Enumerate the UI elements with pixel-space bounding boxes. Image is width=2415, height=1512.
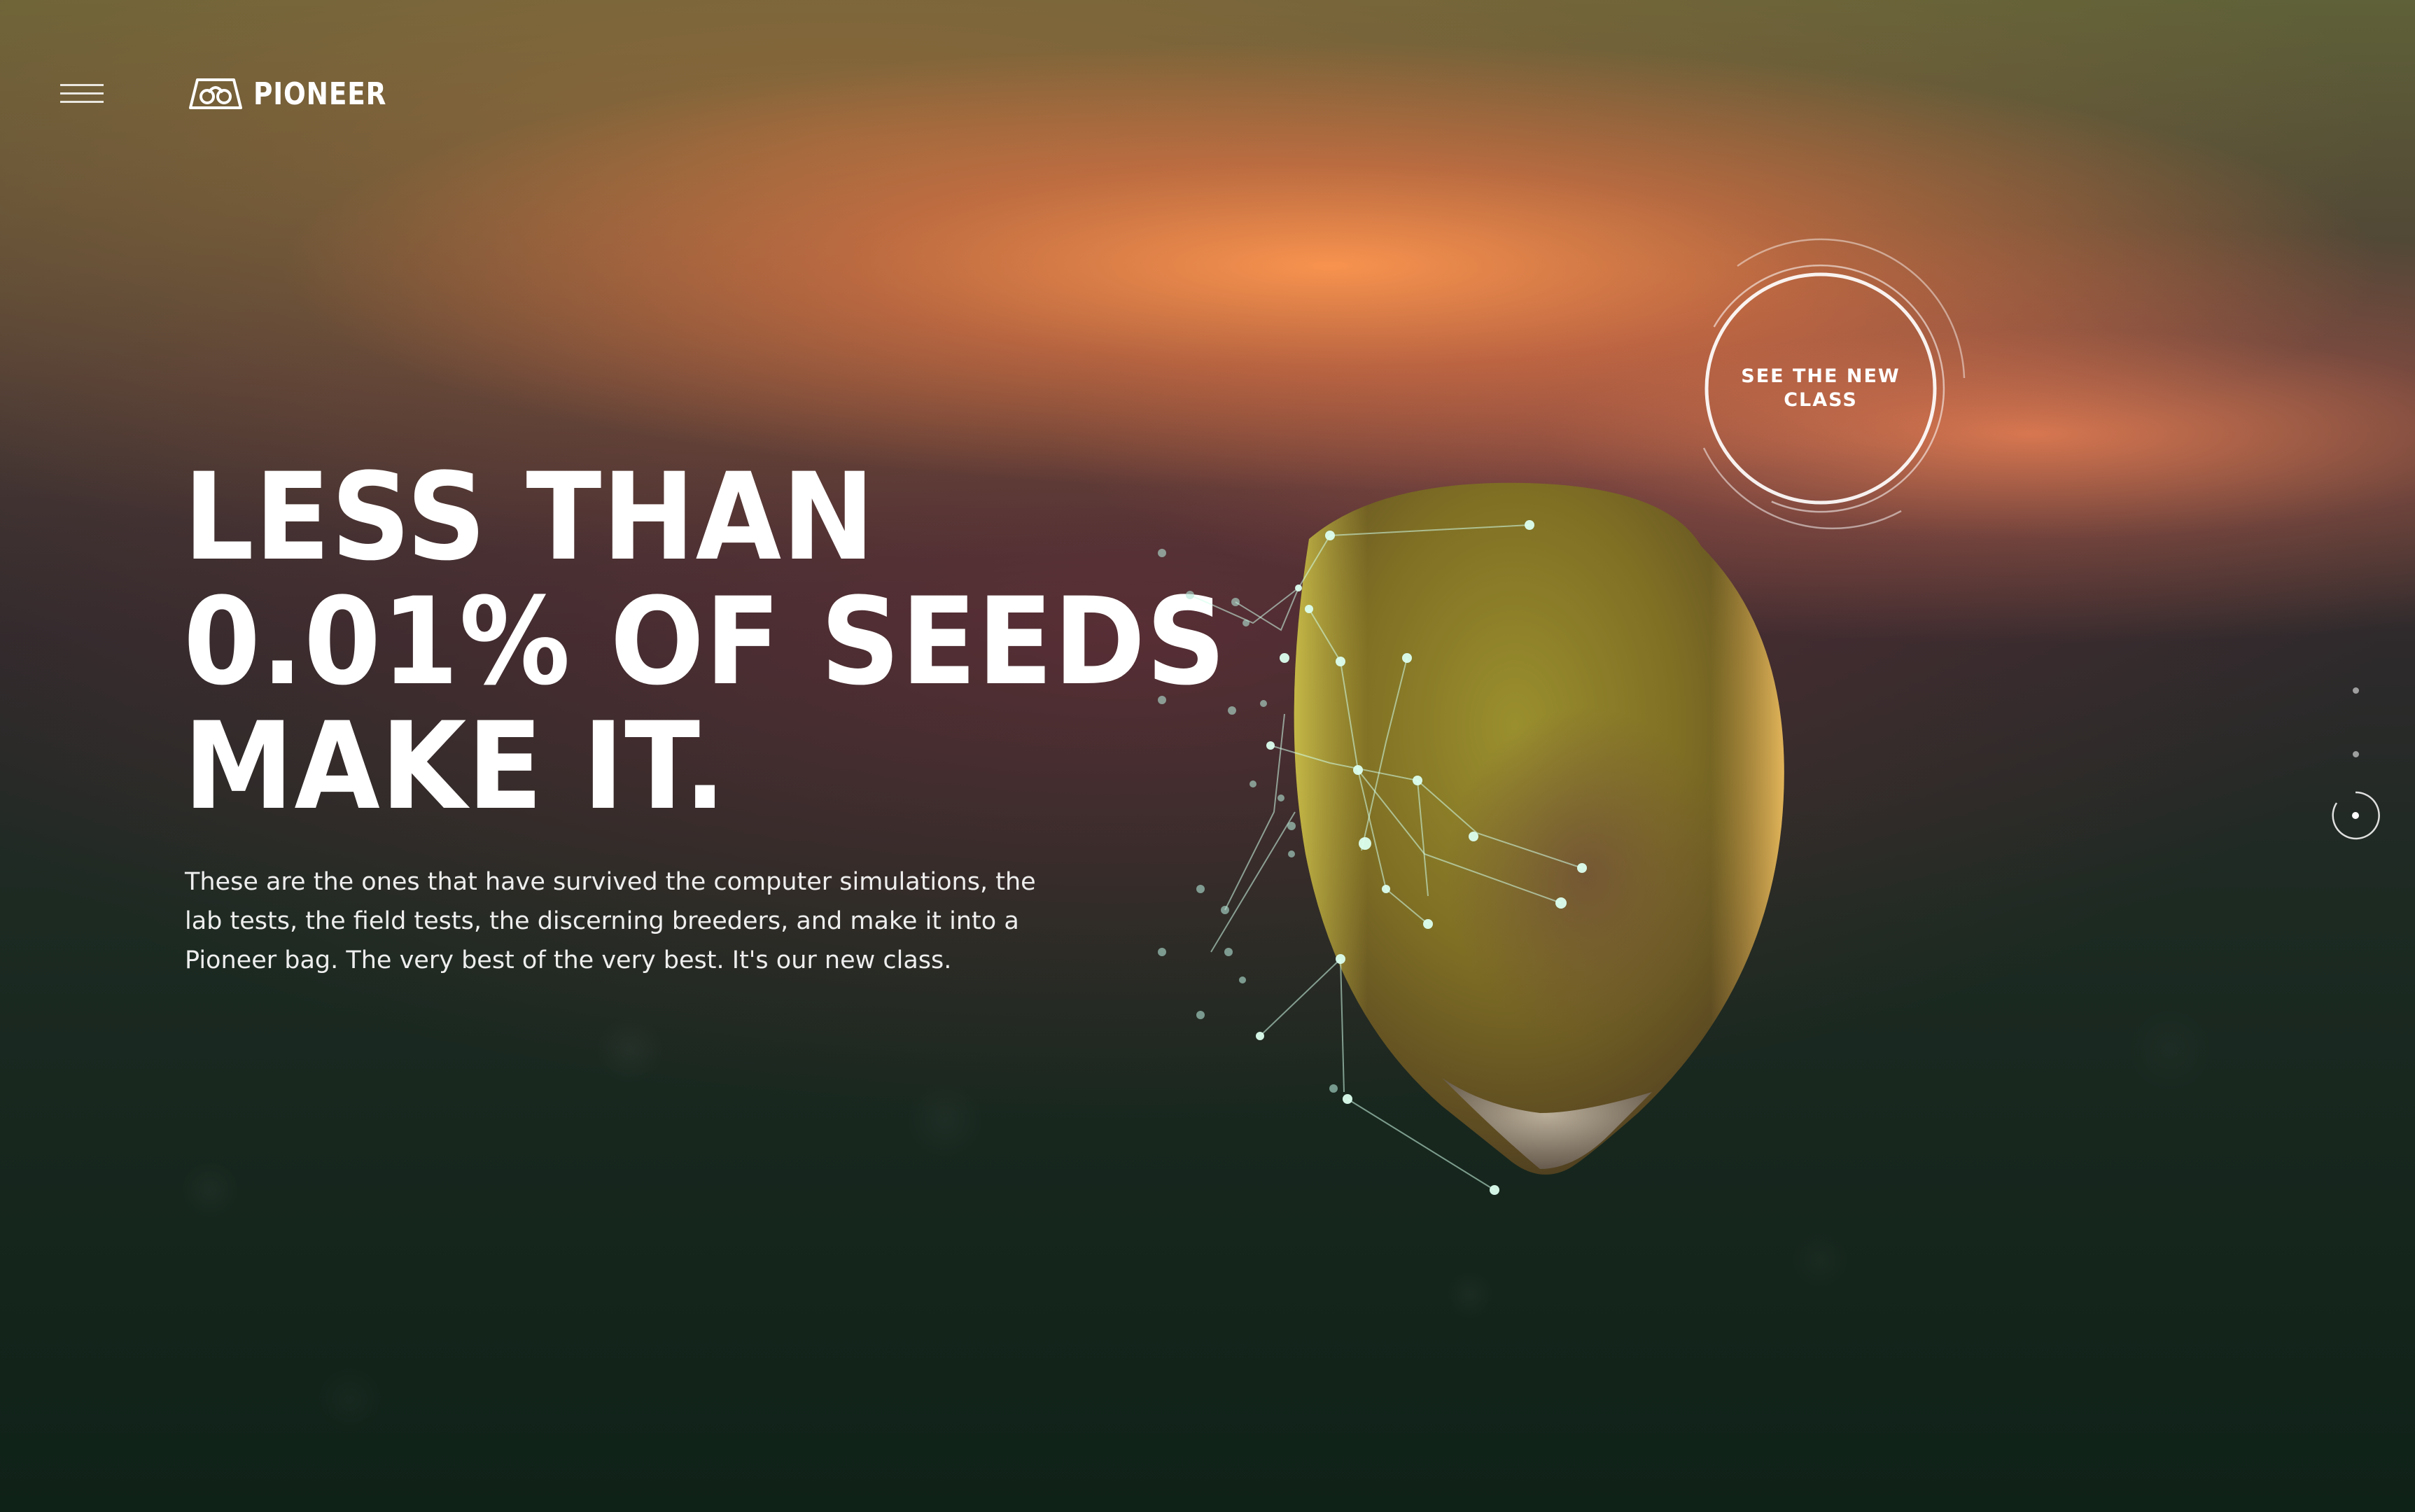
pager-dot[interactable] [2353,751,2359,757]
logo-text: PIONEER [253,76,387,112]
see-new-class-cta[interactable]: SEE THE NEW CLASS [1670,238,1971,539]
cta-label-line: CLASS [1784,389,1858,411]
menu-bar [60,101,104,103]
hero-description: These are the ones that have survived th… [185,862,1137,980]
menu-bar [60,84,104,86]
headline-line: LESS THAN [183,447,876,587]
headline-line: MAKE IT. [183,696,727,836]
pioneer-logo[interactable]: PIONEER [188,74,410,113]
description-line: Pioneer bag. The very best of the very b… [185,946,952,974]
hero-headline: LESS THAN 0.01% OF SEEDS MAKE IT. [183,455,1317,829]
hamburger-menu-icon[interactable] [60,84,104,105]
pager-active-dot[interactable] [2331,791,2380,840]
corn-seed-illustration [1158,482,1784,1195]
pager-dot[interactable] [2353,687,2359,694]
description-line: lab tests, the field tests, the discerni… [185,907,1019,935]
menu-bar [60,92,104,94]
pioneer-logo-icon [189,78,242,109]
description-line: These are the ones that have survived th… [185,868,1036,896]
see-new-class-button[interactable]: SEE THE NEW CLASS [1707,274,1935,503]
slide-pager [2331,679,2380,861]
cta-label: SEE THE NEW CLASS [1740,365,1901,412]
headline-line: 0.01% OF SEEDS [183,571,1227,712]
cta-label-line: SEE THE NEW [1741,365,1900,387]
